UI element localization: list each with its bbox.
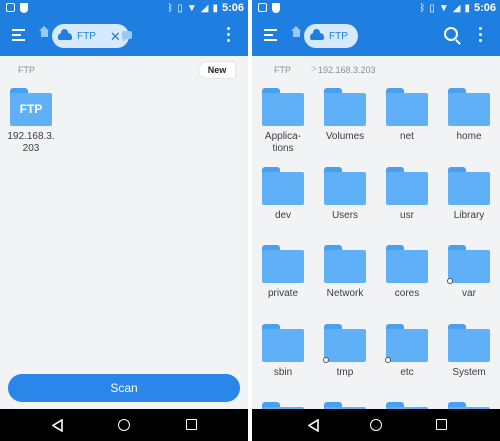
right-phone-screen: ᛒ ▯ ▼ ◢ ▮ 5:06 FTP FTP > 192.168.3.203 A… [252, 0, 500, 441]
folder-icon[interactable] [385, 324, 428, 363]
signal-icon: ◢ [452, 2, 461, 14]
shortcut-link-icon [385, 357, 391, 363]
folder-name: sbin [273, 367, 293, 378]
home-circle-icon[interactable] [370, 419, 382, 431]
overflow-menu-icon[interactable] [479, 27, 482, 42]
folder-name: tmp [336, 367, 354, 378]
chat-icon[interactable] [122, 31, 132, 42]
folder-icon[interactable] [448, 88, 490, 126]
back-icon[interactable] [308, 419, 320, 432]
app-bar: FTP ✕ [0, 16, 248, 56]
menu-icon[interactable] [264, 29, 277, 41]
status-time: 5:06 [221, 2, 244, 14]
cloud-icon [58, 28, 72, 40]
home-circle-icon[interactable] [118, 419, 130, 431]
breadcrumb-root[interactable]: FTP [274, 65, 291, 75]
folder-name: dev [274, 210, 292, 221]
folder-icon[interactable] [386, 167, 428, 205]
home-icon[interactable] [39, 26, 49, 39]
folder-name: home [456, 131, 482, 142]
close-icon[interactable]: ✕ [110, 30, 121, 43]
folder-icon[interactable] [324, 167, 366, 205]
app-square-icon [258, 3, 267, 12]
folder-icon[interactable] [324, 245, 366, 283]
folder-name: etc [400, 367, 414, 378]
battery-icon: ▮ [212, 2, 218, 14]
wifi-icon: ▼ [186, 2, 197, 14]
folder-icon[interactable] [386, 245, 428, 283]
status-time: 5:06 [473, 2, 496, 14]
tab-ftp-label: FTP [77, 30, 96, 42]
shield-icon [20, 3, 28, 13]
ftp-server-folder-icon[interactable]: FTP [10, 88, 52, 126]
folder-name: var [462, 288, 476, 299]
breadcrumb: FTP > 192.168.3.203 [252, 60, 500, 80]
folder-name: Network [326, 288, 364, 299]
left-phone-screen: ᛒ ▯ ▼ ◢ ▮ 5:06 FTP ✕ FTP New FTP 192.168… [0, 0, 248, 441]
wifi-icon: ▼ [438, 2, 449, 14]
folder-icon[interactable] [447, 245, 490, 284]
battery-icon: ▮ [464, 2, 470, 14]
folder-icon[interactable] [323, 324, 366, 363]
shortcut-link-icon [323, 357, 329, 363]
signal-icon: ◢ [200, 2, 209, 14]
folder-name: net [400, 131, 414, 142]
nav-bar [252, 409, 500, 441]
vibrate-icon: ▯ [429, 2, 435, 14]
bluetooth-icon: ᛒ [167, 2, 174, 14]
shortcut-link-icon [447, 278, 453, 284]
app-bar: FTP [252, 16, 500, 56]
breadcrumb-root[interactable]: FTP [18, 65, 35, 75]
shield-icon [272, 3, 280, 13]
folder-icon[interactable] [262, 88, 304, 126]
folder-icon[interactable] [386, 88, 428, 126]
breadcrumb-separator: > [311, 64, 317, 75]
search-icon[interactable] [444, 27, 458, 41]
breadcrumb-current[interactable]: 192.168.3.203 [318, 65, 376, 75]
new-button[interactable]: New [198, 61, 236, 79]
back-icon[interactable] [52, 419, 64, 432]
scan-button[interactable]: Scan [8, 374, 240, 402]
recents-icon[interactable] [186, 419, 197, 430]
folder-name: usr [400, 210, 414, 221]
folder-icon[interactable] [448, 167, 490, 205]
nav-bar [0, 409, 248, 441]
overflow-menu-icon[interactable] [227, 27, 230, 42]
app-square-icon [6, 3, 15, 12]
folder-name: System [452, 367, 486, 378]
menu-icon[interactable] [12, 29, 25, 41]
folder-name: Users [331, 210, 359, 221]
ftp-folder-label: FTP [19, 102, 43, 116]
folder-name: Volumes [325, 131, 365, 142]
breadcrumb: FTP New [0, 60, 248, 80]
folder-name: private [267, 288, 298, 299]
folder-icon[interactable] [262, 167, 304, 205]
folder-name: Library [453, 210, 485, 221]
status-bar: ᛒ ▯ ▼ ◢ ▮ 5:06 [252, 0, 500, 16]
home-icon[interactable] [291, 26, 301, 39]
folder-icon[interactable] [262, 324, 304, 362]
tab-ftp[interactable]: FTP [304, 24, 358, 48]
tab-ftp-label: FTP [329, 30, 348, 42]
recents-icon[interactable] [436, 419, 447, 430]
vibrate-icon: ▯ [177, 2, 183, 14]
server-name: 192.168.3. 203 [7, 131, 55, 154]
status-bar: ᛒ ▯ ▼ ◢ ▮ 5:06 [0, 0, 248, 16]
folder-icon[interactable] [448, 324, 490, 362]
bluetooth-icon: ᛒ [419, 2, 426, 14]
folder-icon[interactable] [324, 88, 366, 126]
folder-name: Applica-tions [264, 131, 302, 154]
cloud-icon [310, 28, 324, 40]
folder-name: cores [394, 288, 420, 299]
folder-icon[interactable] [262, 245, 304, 283]
tab-ftp[interactable]: FTP ✕ [52, 24, 129, 48]
